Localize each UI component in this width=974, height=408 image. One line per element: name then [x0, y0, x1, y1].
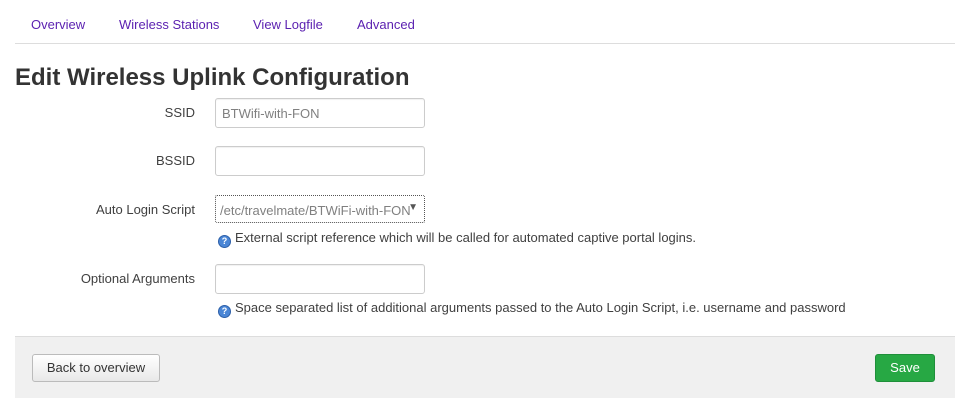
tab-overview[interactable]: Overview: [31, 17, 85, 32]
help-icon: ?: [218, 305, 231, 318]
tab-view-logfile[interactable]: View Logfile: [253, 17, 323, 32]
bssid-input[interactable]: [215, 146, 425, 176]
ssid-label: SSID: [164, 105, 195, 120]
optional-args-help-text: Space separated list of additional argum…: [235, 300, 846, 315]
tab-wireless-stations[interactable]: Wireless Stations: [119, 17, 219, 32]
auto-login-help: ? External script reference which will be…: [218, 230, 696, 248]
help-icon: ?: [218, 235, 231, 248]
tab-bar: Overview Wireless Stations View Logfile …: [15, 0, 955, 44]
ssid-value: BTWifi-with-FON: [222, 106, 320, 121]
save-button[interactable]: Save: [875, 354, 935, 382]
chevron-down-icon: ▼: [408, 202, 418, 213]
tab-advanced[interactable]: Advanced: [357, 17, 415, 32]
ssid-input[interactable]: BTWifi-with-FON: [215, 98, 425, 128]
auto-login-label: Auto Login Script: [95, 202, 195, 217]
optional-args-label: Optional Arguments: [80, 271, 195, 286]
auto-login-selected: /etc/travelmate/BTWiFi-with-FON.login: [220, 203, 410, 218]
auto-login-select[interactable]: /etc/travelmate/BTWiFi-with-FON.login ▼: [215, 195, 425, 223]
page-title: Edit Wireless Uplink Configuration: [15, 64, 410, 91]
back-to-overview-button[interactable]: Back to overview: [32, 354, 160, 382]
optional-args-input[interactable]: [215, 264, 425, 294]
optional-args-help: ? Space separated list of additional argu…: [218, 300, 846, 318]
action-bar: Back to overview Save: [15, 336, 955, 398]
bssid-label: BSSID: [155, 153, 195, 168]
auto-login-help-text: External script reference which will be …: [235, 230, 697, 245]
